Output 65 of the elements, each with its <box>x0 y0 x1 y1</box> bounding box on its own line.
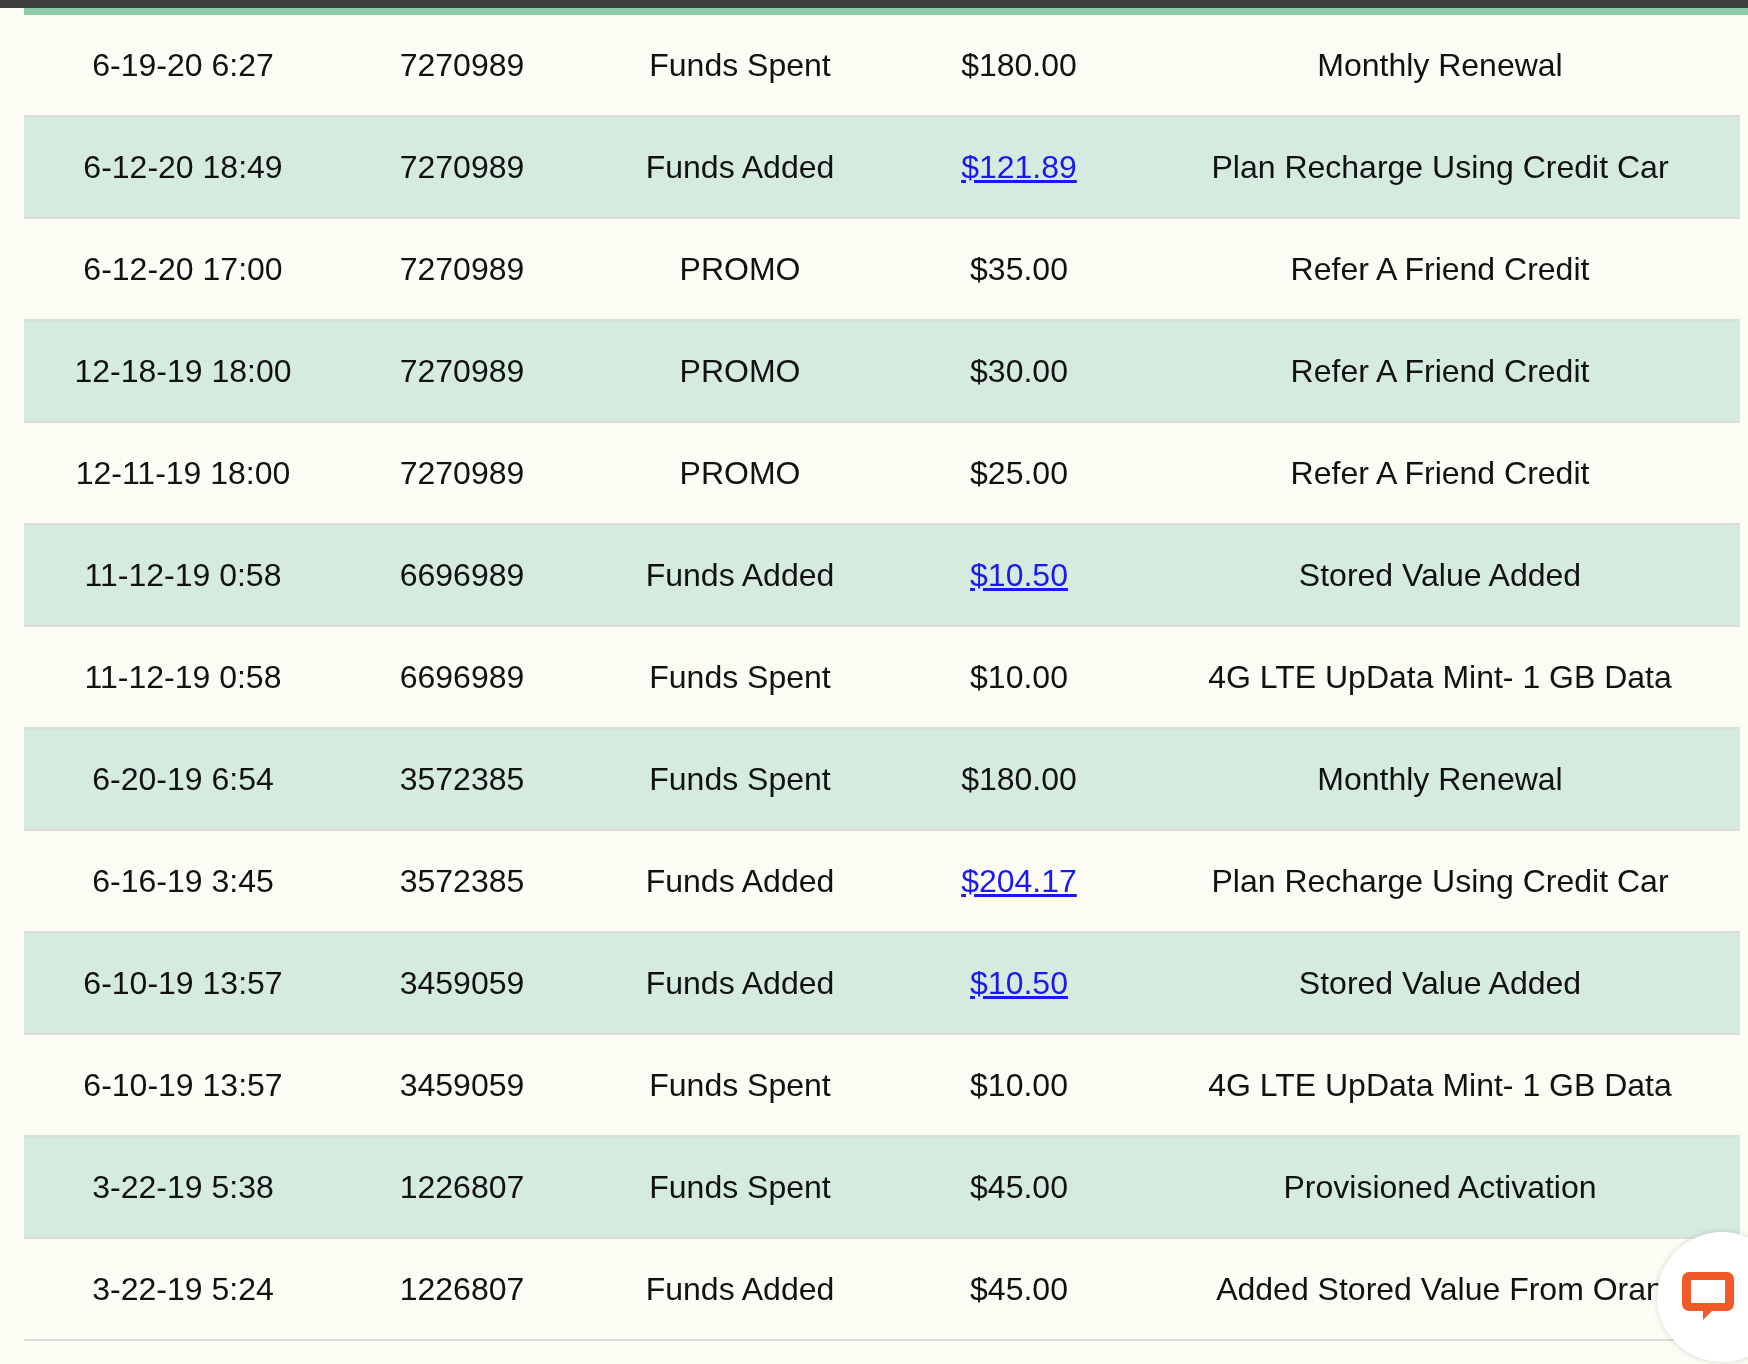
type-cell: Funds Added <box>645 964 835 1002</box>
account-cell: 3572385 <box>399 760 525 798</box>
amount-cell: $30.00 <box>970 352 1068 390</box>
date-cell: 3-22-19 5:38 <box>92 1168 274 1206</box>
type-cell: Funds Added <box>645 556 835 594</box>
amount-link[interactable]: $10.50 <box>970 556 1068 594</box>
account-cell: 3459059 <box>399 1066 525 1104</box>
description-cell: Stored Value Added <box>1298 964 1582 1002</box>
date-cell: 6-12-20 18:49 <box>83 148 283 186</box>
type-cell: Funds Spent <box>649 760 831 798</box>
date-cell: 6-20-19 6:54 <box>92 760 274 798</box>
type-cell: Funds Spent <box>649 46 831 84</box>
type-cell: PROMO <box>679 454 801 492</box>
description-cell: Monthly Renewal <box>1317 46 1563 84</box>
date-cell: 11-12-19 0:58 <box>84 556 282 594</box>
type-cell: Funds Added <box>645 862 835 900</box>
description-cell: Plan Recharge Using Credit Car <box>1211 148 1669 186</box>
account-cell: 1226807 <box>399 1168 525 1206</box>
type-cell: PROMO <box>679 352 801 390</box>
account-cell: 7270989 <box>399 250 525 288</box>
type-cell: Funds Spent <box>649 658 831 696</box>
amount-link[interactable]: $121.89 <box>961 148 1077 186</box>
date-cell: 12-18-19 18:00 <box>74 352 292 390</box>
account-cell: 6696989 <box>399 658 525 696</box>
chat-button[interactable] <box>1657 1232 1748 1362</box>
description-cell: Provisioned Activation <box>1283 1168 1597 1206</box>
type-cell: Funds Added <box>645 148 835 186</box>
date-cell: 6-10-19 13:57 <box>83 964 283 1002</box>
amount-cell: $180.00 <box>961 46 1077 84</box>
amount-cell: $25.00 <box>970 454 1068 492</box>
date-cell: 6-10-19 13:57 <box>83 1066 283 1104</box>
date-cell: 11-12-19 0:58 <box>84 658 282 696</box>
amount-cell: $45.00 <box>970 1168 1068 1206</box>
amount-cell: $45.00 <box>970 1270 1068 1308</box>
type-cell: Funds Added <box>645 1270 835 1308</box>
account-cell: 7270989 <box>399 148 525 186</box>
type-cell: PROMO <box>679 250 801 288</box>
description-cell: Refer A Friend Credit <box>1290 454 1590 492</box>
type-cell: Funds Spent <box>649 1168 831 1206</box>
description-cell: Refer A Friend Credit <box>1290 250 1590 288</box>
description-cell: Monthly Renewal <box>1317 760 1563 798</box>
date-cell: 12-11-19 18:00 <box>75 454 291 492</box>
type-cell: Funds Spent <box>649 1066 831 1104</box>
amount-link[interactable]: $10.50 <box>970 964 1068 1002</box>
account-cell: 7270989 <box>399 454 525 492</box>
description-cell: 4G LTE UpData Mint- 1 GB Data <box>1208 658 1672 696</box>
amount-cell: $10.00 <box>970 658 1068 696</box>
amount-link[interactable]: $204.17 <box>961 862 1077 900</box>
account-cell: 1226807 <box>399 1270 525 1308</box>
date-cell: 6-19-20 6:27 <box>92 46 274 84</box>
amount-cell: $10.00 <box>970 1066 1068 1104</box>
account-cell: 3459059 <box>399 964 525 1002</box>
date-cell: 6-12-20 17:00 <box>83 250 283 288</box>
date-cell: 3-22-19 5:24 <box>92 1270 274 1308</box>
account-cell: 3572385 <box>399 862 525 900</box>
description-cell: Plan Recharge Using Credit Car <box>1211 862 1669 900</box>
description-cell: Refer A Friend Credit <box>1290 352 1590 390</box>
date-cell: 6-16-19 3:45 <box>92 862 274 900</box>
amount-cell: $180.00 <box>961 760 1077 798</box>
account-cell: 6696989 <box>399 556 525 594</box>
amount-cell: $35.00 <box>970 250 1068 288</box>
account-cell: 7270989 <box>399 352 525 390</box>
description-cell: Stored Value Added <box>1298 556 1582 594</box>
description-cell: 4G LTE UpData Mint- 1 GB Data <box>1208 1066 1672 1104</box>
account-cell: 7270989 <box>399 46 525 84</box>
